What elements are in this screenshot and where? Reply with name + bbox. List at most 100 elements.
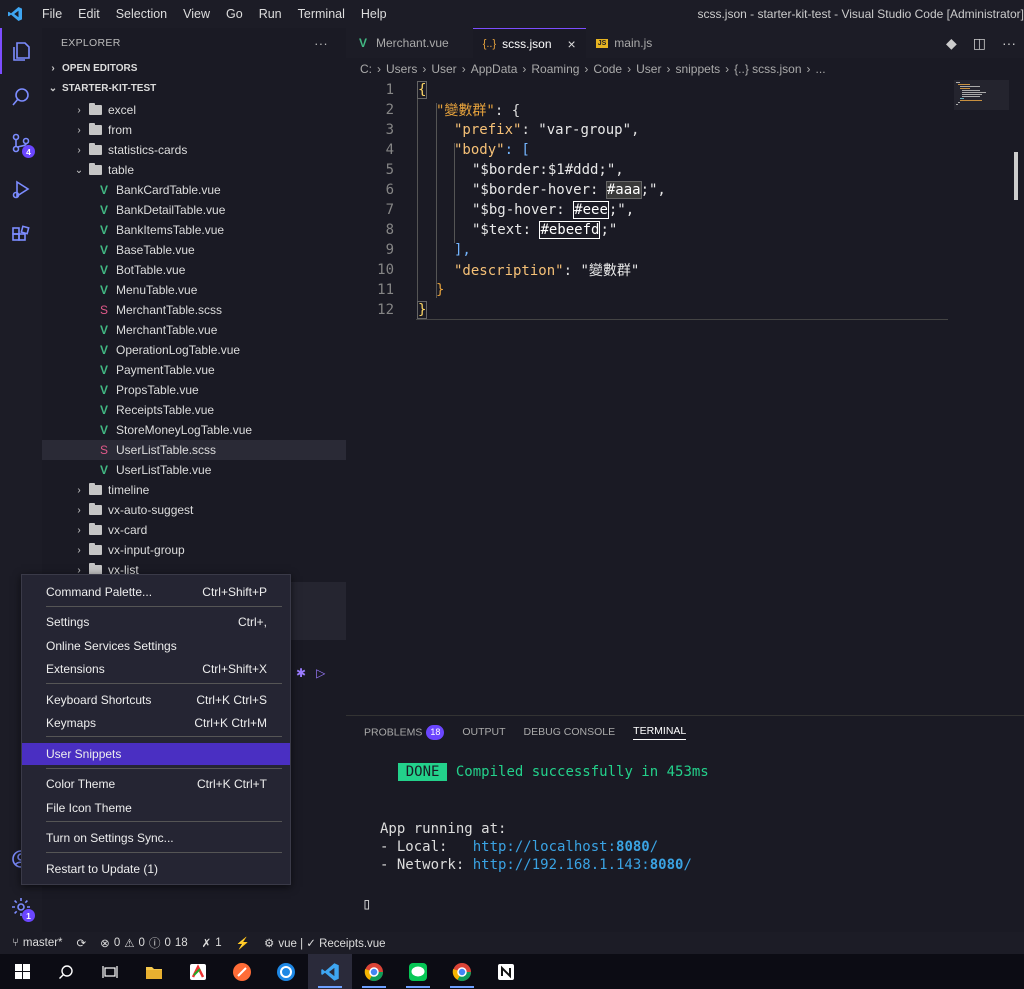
menu-help[interactable]: Help (353, 0, 395, 28)
minimap[interactable] (954, 80, 1009, 140)
menu-item-online-services-settings[interactable]: Online Services Settings (22, 635, 290, 657)
language-status[interactable]: ⚙ vue | ✓ Receipts.vue (258, 936, 394, 950)
folder-item[interactable]: › vx-auto-suggest (42, 500, 346, 520)
run-icon[interactable]: ▷ (316, 666, 325, 680)
file-item[interactable]: V MerchantTable.vue (42, 320, 346, 340)
menu-run[interactable]: Run (251, 0, 290, 28)
browser-app-icon[interactable] (264, 954, 308, 989)
file-item[interactable]: V PropsTable.vue (42, 380, 346, 400)
manage-gear-icon[interactable]: 1 (0, 884, 42, 930)
notion-icon[interactable] (484, 954, 528, 989)
terminal-cursor[interactable]: ▯ (362, 894, 372, 913)
menu-item-turn-on-settings-sync[interactable]: Turn on Settings Sync... (22, 827, 290, 849)
menu-view[interactable]: View (175, 0, 218, 28)
workspace-section[interactable]: ⌄ STARTER-KIT-TEST (42, 78, 346, 98)
breadcrumb-item[interactable]: ... (816, 62, 826, 76)
lightning-icon[interactable]: ⚡ (230, 936, 258, 950)
folder-item[interactable]: › statistics-cards (42, 140, 346, 160)
folder-item[interactable]: › vx-input-group (42, 540, 346, 560)
folder-item[interactable]: › timeline (42, 480, 346, 500)
task-view-icon[interactable] (88, 954, 132, 989)
tab-merchant-vue[interactable]: V Merchant.vue (346, 28, 459, 58)
file-item[interactable]: V BankDetailTable.vue (42, 200, 346, 220)
file-item[interactable]: V ReceiptsTable.vue (42, 400, 346, 420)
menu-item-keymaps[interactable]: Keymaps Ctrl+K Ctrl+M (22, 712, 290, 734)
menu-item-restart-to-update-1[interactable]: Restart to Update (1) (22, 858, 290, 880)
tab-debug-console[interactable]: DEBUG CONSOLE (524, 726, 616, 738)
more-actions-icon[interactable]: ··· (314, 36, 328, 51)
source-control-icon[interactable]: 4 (0, 120, 42, 166)
menu-item-settings[interactable]: Settings Ctrl+, (22, 611, 290, 633)
file-item[interactable]: V BankCardTable.vue (42, 180, 346, 200)
file-item[interactable]: V StoreMoneyLogTable.vue (42, 420, 346, 440)
breadcrumb-item[interactable]: {..} scss.json (734, 62, 801, 76)
app-icon[interactable] (176, 954, 220, 989)
menu-selection[interactable]: Selection (108, 0, 175, 28)
breadcrumb-item[interactable]: Users (386, 62, 417, 76)
breadcrumb-item[interactable]: Code (593, 62, 622, 76)
file-item[interactable]: V UserListTable.vue (42, 460, 346, 480)
file-item[interactable]: V BankItemsTable.vue (42, 220, 346, 240)
network-url-link[interactable]: http://192.168.1.143: (473, 857, 650, 873)
menu-item-command-palette[interactable]: Command Palette... Ctrl+Shift+P (22, 581, 290, 603)
tab-terminal[interactable]: TERMINAL (633, 725, 687, 740)
tab-scss-json[interactable]: {..} scss.json × (472, 28, 586, 58)
postman-icon[interactable] (220, 954, 264, 989)
menu-edit[interactable]: Edit (70, 0, 108, 28)
vue-file-icon: V (99, 283, 108, 297)
menu-item-file-icon-theme[interactable]: File Icon Theme (22, 797, 290, 819)
chrome-profile-icon[interactable] (440, 954, 484, 989)
close-tab-icon[interactable]: × (568, 36, 576, 52)
tab-main-js[interactable]: JS main.js (585, 28, 663, 58)
breadcrumb-item[interactable]: AppData (471, 62, 518, 76)
folder-item[interactable]: ⌄ table (42, 160, 346, 180)
tab-output[interactable]: OUTPUT (462, 726, 505, 738)
folder-item[interactable]: › from (42, 120, 346, 140)
breadcrumb-item[interactable]: C: (360, 62, 372, 76)
windows-start-icon[interactable] (0, 954, 44, 989)
file-explorer-icon[interactable] (132, 954, 176, 989)
menu-file[interactable]: File (34, 0, 70, 28)
file-item[interactable]: V BotTable.vue (42, 260, 346, 280)
run-debug-icon[interactable] (0, 166, 42, 212)
git-branch-icon: ⑂ (12, 937, 19, 949)
breadcrumb-item[interactable]: Roaming (531, 62, 579, 76)
folder-item[interactable]: › vx-card (42, 520, 346, 540)
more-actions-icon[interactable]: ··· (1002, 35, 1016, 51)
file-item[interactable]: V OperationLogTable.vue (42, 340, 346, 360)
branch-status[interactable]: ⑂ master* (0, 937, 71, 949)
sync-icon[interactable]: ⟳ (71, 936, 95, 950)
file-item[interactable]: S MerchantTable.scss (42, 300, 346, 320)
extensions-icon[interactable] (0, 212, 42, 258)
search-icon[interactable] (44, 954, 88, 989)
folder-item[interactable]: › excel (42, 100, 346, 120)
breadcrumb-item[interactable]: User (636, 62, 661, 76)
line-icon[interactable] (396, 954, 440, 989)
code-editor[interactable]: 1{ 2 "變數群": { 3 "prefix": "var-group", 4 "b… (346, 80, 1024, 710)
git-compare-icon[interactable]: ◆ (946, 35, 957, 52)
editor-scrollbar[interactable] (1014, 152, 1018, 200)
menu-item-user-snippets[interactable]: User Snippets (22, 743, 290, 765)
tab-problems[interactable]: PROBLEMS 18 (364, 724, 445, 740)
breadcrumb-item[interactable]: snippets (675, 62, 720, 76)
menu-item-color-theme[interactable]: Color Theme Ctrl+K Ctrl+T (22, 773, 290, 795)
search-icon[interactable] (0, 74, 42, 120)
menu-go[interactable]: Go (218, 0, 251, 28)
file-item[interactable]: S UserListTable.scss (42, 440, 346, 460)
bug-icon[interactable]: ✱ (296, 666, 306, 680)
tools-status[interactable]: ✗ 1 (196, 936, 230, 950)
chrome-icon[interactable] (352, 954, 396, 989)
file-item[interactable]: V BaseTable.vue (42, 240, 346, 260)
problems-status[interactable]: ⊗ 0 ⚠ 0 ⓘ 0 18 (94, 935, 195, 951)
open-editors-section[interactable]: › OPEN EDITORS (42, 58, 346, 78)
file-item[interactable]: V PaymentTable.vue (42, 360, 346, 380)
menu-item-keyboard-shortcuts[interactable]: Keyboard Shortcuts Ctrl+K Ctrl+S (22, 689, 290, 711)
breadcrumb-item[interactable]: User (431, 62, 456, 76)
menu-terminal[interactable]: Terminal (290, 0, 353, 28)
split-editor-icon[interactable]: ◫ (973, 35, 986, 52)
file-item[interactable]: V MenuTable.vue (42, 280, 346, 300)
local-url-link[interactable]: http://localhost: (473, 839, 616, 855)
menu-item-extensions[interactable]: Extensions Ctrl+Shift+X (22, 658, 290, 680)
vscode-taskbar-icon[interactable] (308, 954, 352, 989)
explorer-icon[interactable] (0, 28, 42, 74)
